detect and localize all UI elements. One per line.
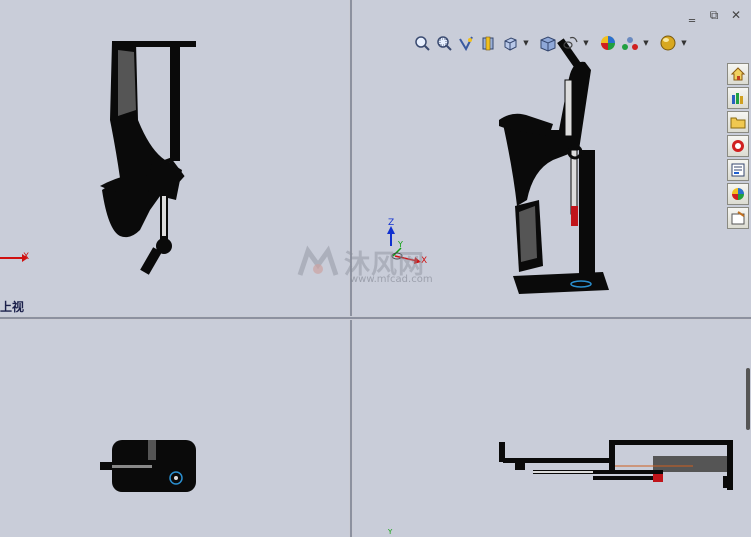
appearance-sphere-icon — [732, 188, 744, 200]
viewport-splitter-horizontal[interactable] — [0, 316, 751, 320]
apply-scene-button[interactable] — [620, 33, 640, 53]
chevron-down-icon[interactable]: ▼ — [680, 33, 688, 53]
close-button[interactable]: ✕ — [729, 8, 743, 22]
custom-properties-tab[interactable] — [727, 207, 749, 229]
scrollbar-thumb[interactable] — [746, 368, 750, 430]
edit-appearance-button[interactable] — [598, 33, 618, 53]
restore-button[interactable]: ⧉ — [707, 8, 721, 22]
search-results-tab[interactable] — [727, 159, 749, 181]
magnifier-area-icon — [437, 36, 452, 51]
view-palette-tab[interactable] — [727, 135, 749, 157]
watermark-logo — [297, 245, 339, 276]
previous-view-icon — [459, 36, 473, 51]
view-settings-button[interactable] — [658, 33, 678, 53]
design-library-tab[interactable] — [727, 87, 749, 109]
view-orientation-button[interactable] — [500, 33, 520, 53]
appearances-tab[interactable] — [727, 183, 749, 205]
axis-x-label: X — [23, 252, 30, 262]
custom-properties-icon — [731, 211, 745, 225]
file-explorer-tab[interactable] — [727, 111, 749, 133]
hide-show-items-button[interactable] — [560, 33, 580, 53]
appearance-icon — [601, 36, 615, 50]
section-view-icon — [482, 36, 494, 51]
view-palette-icon — [732, 140, 744, 152]
folder-icon — [730, 117, 746, 129]
view-orientation-icon — [504, 37, 517, 51]
chevron-down-icon[interactable]: ▼ — [642, 33, 650, 53]
view-settings-icon — [660, 35, 676, 51]
zoom-to-fit-button[interactable] — [412, 33, 432, 53]
axis-z-label: Z — [388, 218, 395, 228]
section-view-button[interactable] — [478, 33, 498, 53]
axis-y-label: Y — [388, 528, 393, 536]
search-results-icon — [731, 163, 745, 177]
display-style-icon — [540, 36, 556, 52]
window-controls: ‗ ⧉ ✕ — [685, 8, 743, 23]
display-style-button[interactable] — [538, 33, 558, 53]
model-front-view — [499, 440, 733, 490]
chevron-down-icon[interactable]: ▼ — [582, 33, 590, 53]
home-icon — [730, 67, 746, 81]
viewport-bottom-right[interactable]: Y — [353, 320, 751, 537]
model-top-view — [100, 440, 196, 492]
watermark-url: www.mfcad.com — [350, 274, 433, 285]
hide-show-icon — [563, 36, 578, 49]
zoom-to-area-button[interactable] — [434, 33, 454, 53]
viewport-bottom-left[interactable] — [0, 320, 349, 537]
heads-up-view-toolbar: ▼ ▼ ▼ ▼ — [412, 33, 688, 53]
chevron-down-icon[interactable]: ▼ — [522, 33, 530, 53]
task-pane-tabs — [727, 63, 749, 229]
minimize-button[interactable]: ‗ — [685, 8, 699, 22]
scene-icon — [622, 37, 638, 50]
magnifier-icon — [415, 36, 430, 51]
solidworks-resources-tab[interactable] — [727, 63, 749, 85]
design-library-icon — [732, 93, 743, 104]
previous-view-button[interactable] — [456, 33, 476, 53]
view-name-label: 上视 — [0, 300, 25, 314]
